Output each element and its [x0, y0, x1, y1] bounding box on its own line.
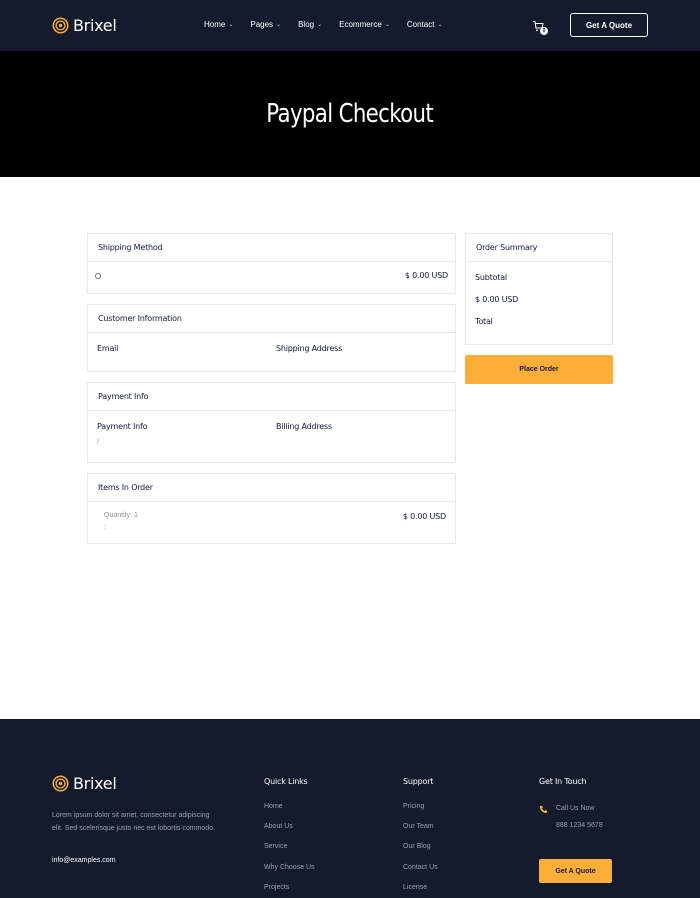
footer-link-projects[interactable]: Projects	[264, 884, 289, 891]
logo-icon	[52, 775, 69, 792]
footer-link-team[interactable]: Our Team	[403, 823, 434, 830]
customer-info-panel: Customer Information Email Shipping Addr…	[87, 304, 456, 372]
shipping-radio[interactable]	[95, 273, 101, 279]
nav-home[interactable]: Home ⌄	[204, 20, 233, 29]
page-hero: Paypal Checkout	[0, 51, 700, 177]
logo-text: Brixel	[73, 16, 117, 35]
phone-icon	[539, 805, 548, 814]
cart-count-badge: 0	[540, 27, 548, 35]
support-title: Support	[403, 777, 434, 786]
shipping-method-panel: Shipping Method $ 0.00 USD	[87, 233, 456, 294]
order-summary-panel: Order Summary Subtotal $ 0.00 USD Total	[465, 233, 613, 345]
nav-ecommerce[interactable]: Ecommerce ⌄	[339, 20, 390, 29]
footer-logo[interactable]: Brixel	[52, 774, 117, 793]
nav-contact-label: Contact	[406, 20, 435, 29]
chevron-down-icon: ⌄	[228, 22, 234, 28]
payment-info-panel: Payment Info Payment Info Billing Addres…	[87, 382, 456, 463]
shipping-price: $ 0.00 USD	[404, 271, 448, 280]
nav-ecommerce-label: Ecommerce	[339, 20, 382, 29]
get-quote-button[interactable]: Get A Quote	[570, 13, 648, 37]
chevron-down-icon: ⌄	[437, 22, 443, 28]
footer-get-quote-button[interactable]: Get A Quote	[539, 859, 612, 883]
chevron-down-icon: ⌄	[384, 22, 390, 28]
call-us-label: Call Us Now	[556, 805, 595, 812]
main-nav: Home ⌄ Pages ⌄ Blog ⌄ Ecommerce ⌄ Contact ⌄	[204, 20, 459, 29]
item-quantity: Quantity: 1	[104, 512, 138, 519]
total-label: Total	[475, 317, 493, 326]
page-title: Paypal Checkout	[266, 99, 434, 129]
footer-description-line1: Lorem ipsum dolor sit amet, consectetur …	[52, 812, 210, 819]
phone-number[interactable]: 888 1234 5678	[556, 822, 603, 829]
payment-info-label: Payment Info	[97, 422, 148, 431]
footer-logo-text: Brixel	[73, 774, 117, 793]
logo[interactable]: Brixel	[52, 16, 117, 35]
footer-link-why[interactable]: Why Choose Us	[264, 864, 315, 871]
footer-link-blog[interactable]: Our Blog	[403, 843, 431, 850]
customer-info-title: Customer Information	[88, 305, 455, 333]
nav-pages-label: Pages	[250, 20, 274, 29]
logo-icon	[52, 17, 69, 34]
cart-button[interactable]: 0	[532, 19, 548, 35]
chevron-down-icon: ⌄	[317, 22, 323, 28]
shipping-address-label: Shipping Address	[276, 344, 343, 353]
footer-link-home[interactable]: Home	[264, 803, 283, 810]
payment-info-title: Payment Info	[88, 383, 455, 411]
footer-link-about[interactable]: About Us	[264, 823, 293, 830]
nav-blog[interactable]: Blog ⌄	[298, 20, 322, 29]
billing-address-label: Billing Address	[276, 422, 332, 431]
chevron-down-icon: ⌄	[276, 22, 282, 28]
shipping-method-title: Shipping Method	[88, 234, 455, 262]
footer-email[interactable]: info@examples.com	[52, 857, 116, 864]
items-in-order-title: Items In Order	[88, 474, 455, 502]
subtotal-value: $ 0.00 USD	[475, 295, 519, 304]
items-in-order-panel: Items In Order Quantity: 1 : $ 0.00 USD	[87, 473, 456, 544]
footer-link-pricing[interactable]: Pricing	[403, 803, 424, 810]
item-price: $ 0.00 USD	[402, 512, 446, 521]
subtotal-label: Subtotal	[475, 273, 507, 282]
order-summary-title: Order Summary	[466, 234, 612, 262]
nav-pages[interactable]: Pages ⌄	[250, 20, 281, 29]
email-label: Email	[97, 344, 119, 353]
nav-blog-label: Blog	[298, 20, 315, 29]
footer-link-contact[interactable]: Contact Us	[403, 864, 438, 871]
navbar: Brixel Home ⌄ Pages ⌄ Blog ⌄ Ecommerce ⌄ Con…	[0, 0, 700, 51]
item-options: :	[104, 524, 106, 531]
footer-link-service[interactable]: Service	[264, 843, 287, 850]
nav-home-label: Home	[204, 20, 226, 29]
place-order-button[interactable]: Place Order	[465, 355, 613, 384]
get-in-touch-title: Get In Touch	[539, 777, 587, 786]
footer-description-line2: elit. Sed scelerisque justo nec est lobo…	[52, 825, 216, 832]
footer-link-license[interactable]: License	[403, 884, 427, 891]
payment-info-value: /	[97, 439, 99, 446]
quick-links-title: Quick Links	[264, 777, 308, 786]
nav-contact[interactable]: Contact ⌄	[407, 20, 443, 29]
